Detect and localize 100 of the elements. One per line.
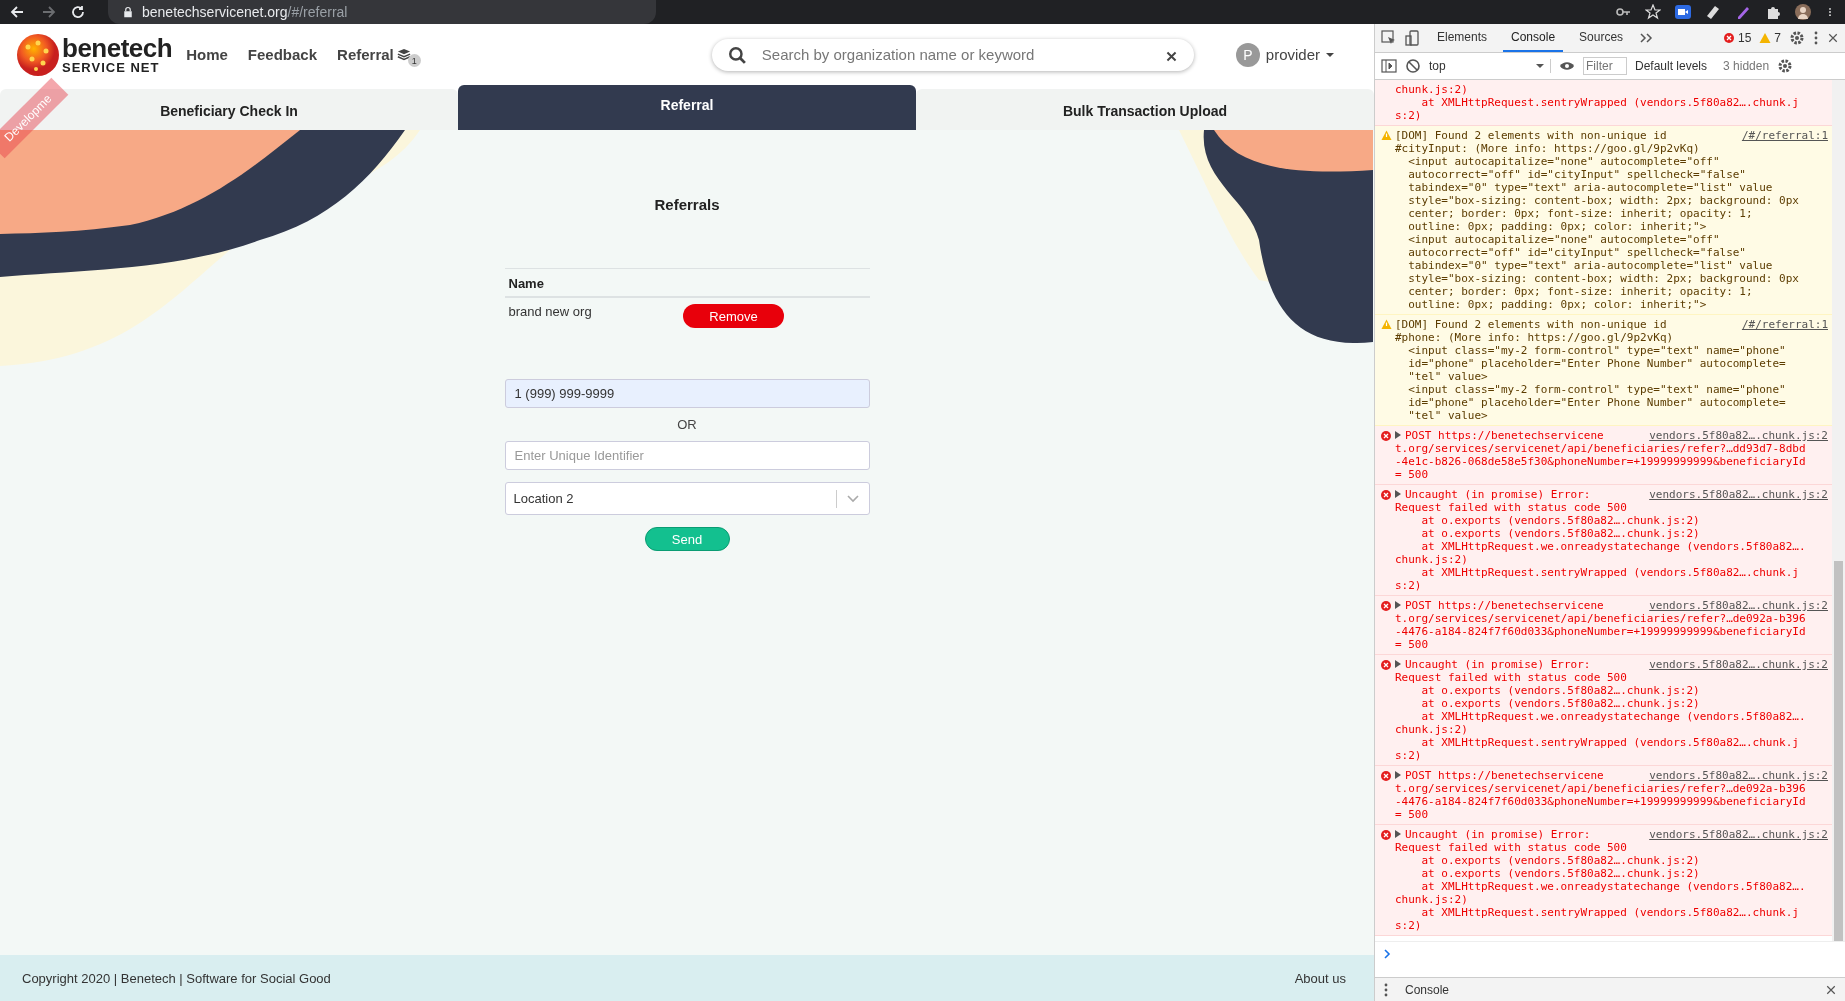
close-icon (1164, 49, 1178, 63)
console-line: chunk.js:2) (1395, 722, 1469, 736)
console-line: at o.exports (vendors.5f80a82….chunk.js:2) (1420, 853, 1701, 867)
console-line: center; border: 0px; font-size: inherit; opacity: 1; (1407, 206, 1754, 220)
console-line: id="phone" placeholder="Enter Phone Number" autocomplete= (1407, 395, 1787, 409)
console-line: = 500 (1395, 637, 1430, 651)
console-line: -4476-a184-824f7f60d033&phoneNumber=+19999999999&beneficiaryId (1395, 624, 1807, 638)
console-line: t.org/services/servicenet/api/beneficiaries/refer?…de092a-b396 (1395, 611, 1807, 625)
device-icon (1405, 30, 1421, 46)
sidebar-toggle-icon (1381, 57, 1397, 74)
console-line: "tel" value> (1407, 369, 1489, 383)
levels-select[interactable]: Default levels (1635, 58, 1708, 73)
expand-triangle-icon[interactable] (1395, 829, 1401, 838)
console-line: t.org/services/servicenet/api/beneficiaries/refer?…de092a-b396 (1395, 781, 1807, 795)
console-line: s:2) (1395, 578, 1423, 592)
console-line: at XMLHttpRequest.sentryWrapped (vendors.5f80a82….chunk.j (1420, 735, 1800, 749)
identifier-field[interactable]: Enter Unique Identifier (504, 441, 870, 470)
warning-icon (1381, 317, 1392, 331)
console-line: Request failed with status code 500 (1395, 840, 1628, 854)
source-link[interactable]: vendors.5f80a82….chunk.js:2 (1649, 827, 1828, 841)
expand-triangle-icon[interactable] (1395, 489, 1401, 498)
menu-icon (1383, 981, 1389, 998)
console-line: at XMLHttpRequest.we.onreadystatechange (vendors.5f80a82…. (1420, 709, 1807, 723)
caret-icon (1326, 51, 1334, 58)
menu-icon (1813, 30, 1819, 46)
settings-icon (1789, 30, 1805, 46)
console-line: -4476-a184-824f7f60d033&phoneNumber=+19999999999&beneficiaryId (1395, 794, 1807, 808)
expand-triangle-icon[interactable] (1395, 659, 1401, 668)
layers-icon (396, 47, 411, 62)
source-link[interactable]: /#/referral:1 (1741, 317, 1828, 331)
search-field[interactable]: Search by organization name or keyword (711, 38, 1194, 71)
console-line: t.org/services/servicenet/api/beneficiaries/refer?…dd93d7-8dbd (1395, 441, 1807, 455)
context-select[interactable]: top (1429, 58, 1551, 73)
console-line: at XMLHttpRequest.we.onreadystatechange (vendors.5f80a82…. (1420, 539, 1807, 553)
search-icon (727, 45, 746, 64)
expand-triangle-icon[interactable] (1395, 600, 1401, 609)
devtools-tab[interactable]: Console (1503, 24, 1564, 52)
section-title: Referrals (653, 196, 721, 213)
source-link[interactable]: vendors.5f80a82….chunk.js:2 (1649, 657, 1828, 671)
forward-icon (40, 4, 56, 20)
source-link[interactable]: vendors.5f80a82….chunk.js:2 (1649, 487, 1828, 501)
nav-link[interactable]: Home (186, 46, 228, 63)
console-line: at XMLHttpRequest.we.onreadystatechange (vendors.5f80a82…. (1420, 879, 1807, 893)
console-line: at o.exports (vendors.5f80a82….chunk.js:2) (1420, 513, 1701, 527)
puzzle-icon (1765, 4, 1781, 20)
source-link[interactable]: /#/referral:1 (1741, 128, 1828, 142)
scrollbar[interactable] (1832, 79, 1845, 942)
source-link[interactable]: vendors.5f80a82….chunk.js:2 (1649, 598, 1828, 612)
user-menu[interactable]: provider (1265, 46, 1320, 63)
nav-link[interactable]: Feedback (247, 46, 318, 63)
console-line: chunk.js:2) (1395, 552, 1469, 566)
console-line: s:2) (1395, 748, 1423, 762)
console-line: [DOM] Found 2 elements with non-unique id (1395, 317, 1667, 331)
devtools-tab[interactable]: Sources (1571, 24, 1632, 52)
source-link[interactable]: vendors.5f80a82….chunk.js:2 (1649, 768, 1828, 782)
console-line: tabindex="0" type="text" aria-autocomplete="list" value (1407, 180, 1774, 194)
address-bar[interactable]: benetechservicenet.org/#/referral (108, 0, 656, 24)
console-line: chunk.js:2) (1395, 82, 1469, 96)
reload-icon (70, 4, 86, 20)
back-icon (10, 4, 26, 20)
hidden-count: 3 hidden (1723, 58, 1770, 73)
console-line: <input autocapitalize="none" autocomplete="off" (1407, 232, 1721, 246)
warning-icon (1381, 128, 1392, 142)
pen-icon (1735, 4, 1751, 20)
warning-icon (1759, 32, 1772, 44)
inspect-icon (1381, 30, 1397, 46)
console-line: outline: 0px; padding: 0px; color: inherit;"> (1407, 297, 1708, 311)
tab[interactable]: Referral (458, 85, 916, 130)
console-line: at o.exports (vendors.5f80a82….chunk.js:2) (1420, 526, 1701, 540)
console-line: at XMLHttpRequest.sentryWrapped (vendors.5f80a82….chunk.j (1420, 95, 1800, 109)
devtools-tab[interactable]: Elements (1429, 24, 1496, 52)
lock-icon (122, 5, 134, 19)
location-select[interactable]: Location 2 (504, 482, 870, 515)
phone-field[interactable]: 1 (999) 999-9999 (504, 379, 870, 408)
separator-label: OR (676, 417, 698, 432)
table-cell: brand new org (504, 297, 650, 334)
tab[interactable]: Bulk Transaction Upload (916, 89, 1374, 130)
console-line: Uncaught (in promise) Error: (1405, 657, 1591, 671)
console-line: at o.exports (vendors.5f80a82….chunk.js:2) (1420, 683, 1701, 697)
warning-count: 7 (1774, 31, 1781, 45)
remove-button[interactable]: Remove (683, 304, 785, 328)
console-line: tabindex="0" type="text" aria-autocomplete="list" value (1407, 258, 1774, 272)
caret-icon (1536, 62, 1544, 69)
error-icon (1381, 768, 1392, 782)
console-line: POST https://benetechservicene (1405, 598, 1604, 612)
filter-field[interactable]: Filter (1583, 56, 1627, 75)
nav-link[interactable]: Referral (337, 46, 394, 63)
expand-triangle-icon[interactable] (1395, 770, 1401, 779)
about-link[interactable]: About us (1294, 970, 1346, 986)
source-link[interactable]: vendors.5f80a82….chunk.js:2 (1649, 428, 1828, 442)
expand-triangle-icon[interactable] (1395, 430, 1401, 439)
console-line: <input class="my-2 form-control" type="text" name="phone" (1407, 343, 1787, 357)
console-line: id="phone" placeholder="Enter Phone Number" autocomplete= (1407, 356, 1787, 370)
console-line: POST https://benetechservicene (1405, 428, 1604, 442)
console-line: autocorrect="off" id="cityInput" spellcheck="false" (1407, 245, 1747, 259)
console-line: = 500 (1395, 467, 1430, 481)
error-icon (1722, 32, 1735, 44)
console-line: at o.exports (vendors.5f80a82….chunk.js:2) (1420, 866, 1701, 880)
console-line: #phone: (More info: https://goo.gl/9p2vKq) (1395, 330, 1675, 344)
console-line: style="box-sizing: content-box; width: 2px; background: 0px (1407, 193, 1800, 207)
